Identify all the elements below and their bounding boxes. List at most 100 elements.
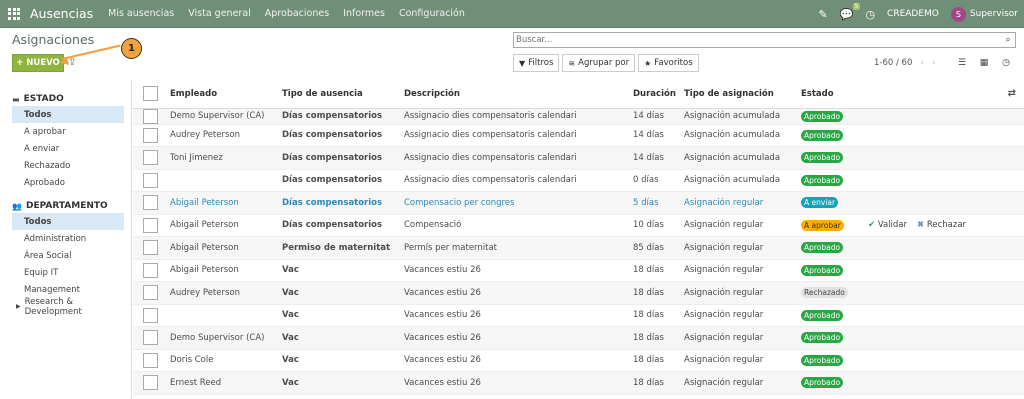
row-checkbox[interactable]: [143, 217, 158, 233]
table-row[interactable]: Abigail Peterson Vac Vacances estiu 26 18 d…: [133, 259, 1024, 282]
row-checkbox[interactable]: [143, 150, 158, 166]
cell-descripcion: Vacances estiu 26: [404, 259, 633, 282]
estado-item-aprobado[interactable]: Aprobado: [12, 174, 124, 191]
status-badge: Aprobado: [801, 129, 844, 141]
table-row[interactable]: Demo Supervisor (CA) Días compensatorios A…: [133, 108, 1024, 125]
dept-item-todos[interactable]: Todos: [12, 213, 124, 230]
filters-button[interactable]: ▼ Filtros: [513, 54, 560, 72]
company-switcher[interactable]: CREADEMO: [887, 9, 939, 19]
table-row[interactable]: Vac Vacances estiu 26 18 días Asignación re…: [133, 304, 1024, 327]
clock-icon[interactable]: ◷: [865, 8, 875, 21]
col-empleado[interactable]: Empleado: [170, 80, 282, 109]
estado-item-rechazado[interactable]: Rechazado: [12, 157, 124, 174]
row-actions: [868, 371, 1001, 395]
table-row[interactable]: Ernest Reed Vac Vacances estiu 26 18 días As…: [133, 371, 1024, 395]
cell-tipo-asignacion: Asignación acumulada: [684, 146, 801, 170]
kanban-view-icon[interactable]: ▦: [973, 54, 995, 72]
row-actions: [868, 108, 1001, 125]
row-checkbox[interactable]: [143, 127, 158, 143]
table-row[interactable]: Abigail Peterson Permiso de maternitat Per…: [133, 236, 1024, 260]
filter-icon: ▼: [519, 58, 526, 68]
optional-columns-icon[interactable]: ⇄: [1001, 80, 1024, 109]
search-bar[interactable]: ⌕: [513, 32, 1016, 48]
col-estado[interactable]: Estado: [801, 80, 868, 109]
reject-button[interactable]: ✖ Rechazar: [917, 220, 966, 230]
select-all-checkbox[interactable]: [143, 86, 158, 102]
row-checkbox[interactable]: [143, 307, 158, 323]
user-menu[interactable]: Supervisor: [970, 9, 1018, 19]
status-badge: Aprobado: [801, 152, 844, 164]
cell-empleado: [170, 169, 282, 192]
table-header: Empleado Tipo de ausencia Descripción Du…: [133, 80, 1024, 109]
menu-aprobaciones[interactable]: Aprobaciones: [265, 8, 329, 19]
app-name[interactable]: Ausencias: [30, 6, 93, 21]
dept-item-management[interactable]: Management: [12, 281, 124, 298]
cell-empleado: Toni Jimenez: [170, 146, 282, 170]
status-badge: Aprobado: [801, 174, 844, 186]
cell-descripcion: Vacances estiu 26: [404, 349, 633, 372]
pager-next-icon[interactable]: ›: [932, 58, 936, 68]
row-checkbox[interactable]: [143, 375, 158, 391]
estado-item-a-enviar[interactable]: A enviar: [12, 140, 124, 157]
apps-menu-icon[interactable]: [0, 0, 28, 28]
page-title[interactable]: Asignaciones: [12, 32, 94, 47]
menu-informes[interactable]: Informes: [343, 8, 385, 19]
col-duracion[interactable]: Duración: [633, 80, 684, 109]
favorites-button[interactable]: ★ Favoritos: [638, 54, 699, 72]
upload-icon[interactable]: ⇪: [68, 57, 76, 68]
dept-item-research[interactable]: ▶ Research & Development: [12, 297, 124, 317]
new-button[interactable]: + NUEVO: [12, 54, 64, 72]
dept-item-area-social[interactable]: Área Social: [12, 247, 124, 264]
chat-icon[interactable]: 💬 5: [840, 2, 861, 21]
cell-tipo-asignacion: Asignación acumulada: [684, 169, 801, 192]
validate-button[interactable]: ✔ Validar: [868, 220, 907, 230]
status-badge: Aprobado: [801, 354, 844, 366]
search-input[interactable]: [514, 33, 1001, 47]
row-checkbox[interactable]: [143, 330, 158, 346]
cell-descripcion: Vacances estiu 26: [404, 326, 633, 350]
status-badge: Aprobado: [801, 242, 844, 254]
cell-duracion: 14 días: [633, 108, 684, 125]
table-row[interactable]: Abigail Peterson Días compensatorios Compe…: [133, 191, 1024, 215]
avatar[interactable]: S: [950, 6, 966, 22]
cell-duracion: 18 días: [633, 304, 684, 327]
users-icon: 👥: [12, 201, 22, 211]
cell-empleado: Demo Supervisor (CA): [170, 108, 282, 125]
table-row[interactable]: Doris Cole Vac Vacances estiu 26 18 días Asi…: [133, 349, 1024, 372]
row-checkbox[interactable]: [143, 172, 158, 188]
row-checkbox[interactable]: [143, 240, 158, 256]
row-checkbox[interactable]: [143, 285, 158, 301]
row-checkbox[interactable]: [143, 195, 158, 211]
menu-mis-ausencias[interactable]: Mis ausencias: [108, 8, 174, 19]
search-icon[interactable]: ⌕: [1001, 35, 1015, 45]
table-row[interactable]: Audrey Peterson Días compensatorios Assign…: [133, 124, 1024, 147]
row-checkbox[interactable]: [143, 262, 158, 278]
activity-view-icon[interactable]: ◷: [995, 54, 1017, 72]
pager-value[interactable]: 1-60 / 60: [874, 58, 912, 68]
col-tipo-ausencia[interactable]: Tipo de ausencia: [282, 80, 404, 109]
table-row[interactable]: Días compensatorios Assignacio dies compe…: [133, 169, 1024, 192]
cell-duracion: 18 días: [633, 371, 684, 395]
dept-item-administration[interactable]: Administration: [12, 230, 124, 247]
edit-icon[interactable]: ✎: [819, 8, 828, 21]
estado-item-a-aprobar[interactable]: A aprobar: [12, 123, 124, 140]
table-row[interactable]: Demo Supervisor (CA) Vac Vacances estiu 26…: [133, 326, 1024, 350]
col-descripcion[interactable]: Descripción: [404, 80, 633, 109]
status-badge: Aprobado: [801, 377, 844, 389]
col-tipo-asignacion[interactable]: Tipo de asignación: [684, 80, 801, 109]
caret-right-icon[interactable]: ▶: [16, 303, 21, 310]
menu-vista-general[interactable]: Vista general: [188, 8, 251, 19]
menu-configuracion[interactable]: Configuración: [399, 8, 465, 19]
table-row[interactable]: Toni Jimenez Días compensatorios Assignaci…: [133, 146, 1024, 170]
group-by-button[interactable]: ≋ Agrupar por: [562, 54, 636, 72]
row-checkbox[interactable]: [143, 108, 158, 123]
table-row[interactable]: Audrey Peterson Vac Vacances estiu 26 18 dí…: [133, 281, 1024, 305]
estado-item-todos[interactable]: Todos: [12, 106, 124, 123]
row-checkbox[interactable]: [143, 352, 158, 368]
cell-duracion: 18 días: [633, 349, 684, 372]
validate-label: Validar: [877, 220, 908, 231]
dept-item-equip-it[interactable]: Equip IT: [12, 264, 124, 281]
list-view-icon[interactable]: ☰: [951, 54, 973, 72]
table-row[interactable]: Abigail Peterson Días compensatorios Compe…: [133, 214, 1024, 237]
pager-prev-icon[interactable]: ‹: [920, 58, 924, 68]
